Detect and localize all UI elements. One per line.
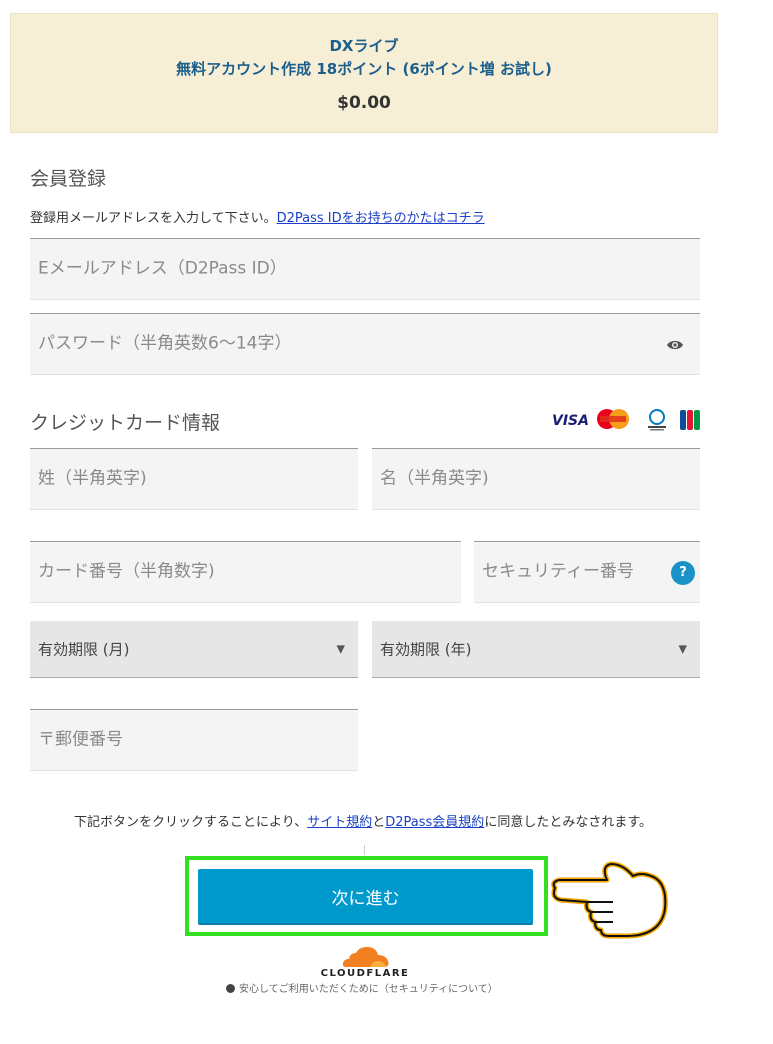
last-name-field[interactable]: 姓（半角英字) (30, 448, 358, 510)
expiry-year-select[interactable]: 有効期限 (年) ▼ (372, 621, 700, 678)
order-summary: DXライブ 無料アカウント作成 18ポイント (6ポイント増 お試し) $0.0… (10, 13, 718, 133)
postal-code-field[interactable]: 〒郵便番号 (30, 709, 358, 771)
consent-suffix: に同意したとみなされます。 (484, 815, 653, 830)
diners-club-logo (644, 408, 670, 436)
eye-icon[interactable] (666, 338, 684, 356)
security-note-text: 安心してご利用いただくために（セキュリティについて） (239, 984, 498, 995)
pointing-hand-icon (547, 858, 671, 946)
visa-logo: VISA (552, 413, 589, 429)
price: $0.00 (337, 93, 391, 113)
next-button[interactable]: 次に進む (198, 869, 533, 923)
chevron-down-icon: ▼ (678, 642, 687, 656)
security-note[interactable]: 安心してご利用いただくために（セキュリティについて） (226, 980, 516, 995)
cloudflare-wordmark: CLOUDFLARE (320, 968, 410, 979)
first-name-field[interactable]: 名（半角英字) (372, 448, 700, 510)
d2pass-terms-link[interactable]: D2Pass会員規約 (385, 815, 484, 830)
credit-card-title: クレジットカード情報 (30, 412, 221, 434)
mastercard-logo (596, 408, 630, 434)
site-terms-link[interactable]: サイト規約 (307, 815, 372, 830)
card-number-field[interactable]: カード番号（半角数字) (30, 541, 461, 603)
plan-description: 無料アカウント作成 18ポイント (6ポイント増 お試し) (176, 60, 552, 78)
membership-instruction-line: 登録用メールアドレスを入力して下さい。D2Pass IDをお持ちのかたはコチラ (30, 207, 485, 226)
shield-icon (226, 984, 235, 993)
security-code-field[interactable]: セキュリティー番号 ? (474, 541, 700, 603)
last-name-placeholder: 姓（半角英字) (38, 468, 147, 489)
consent-text: 下記ボタンをクリックすることにより、サイト規約とD2Pass会員規約に同意したと… (0, 811, 726, 830)
jcb-logo (680, 410, 700, 434)
consent-and: と (372, 815, 386, 830)
password-placeholder: パスワード（半角英数6～14字） (38, 333, 292, 354)
first-name-placeholder: 名（半角英字) (380, 468, 489, 489)
divider (364, 845, 365, 855)
d2pass-login-link[interactable]: D2Pass IDをお持ちのかたはコチラ (277, 211, 485, 226)
card-number-placeholder: カード番号（半角数字) (38, 561, 215, 582)
membership-title: 会員登録 (30, 168, 107, 190)
expiry-year-value: 有効期限 (年) (380, 640, 472, 659)
security-code-placeholder: セキュリティー番号 (482, 561, 634, 582)
help-icon[interactable]: ? (671, 561, 695, 585)
postal-code-placeholder: 〒郵便番号 (38, 729, 123, 750)
expiry-month-select[interactable]: 有効期限 (月) ▼ (30, 621, 358, 678)
chevron-down-icon: ▼ (336, 642, 345, 656)
expiry-month-value: 有効期限 (月) (38, 640, 130, 659)
membership-instruction: 登録用メールアドレスを入力して下さい。 (30, 211, 277, 226)
email-field[interactable]: Eメールアドレス（D2Pass ID） (30, 238, 700, 300)
password-field[interactable]: パスワード（半角英数6～14字） (30, 313, 700, 375)
email-placeholder: Eメールアドレス（D2Pass ID） (38, 258, 287, 279)
consent-prefix: 下記ボタンをクリックすることにより、 (73, 815, 308, 830)
card-brand-logos: VISA (552, 407, 702, 433)
product-name: DXライブ (329, 37, 399, 55)
